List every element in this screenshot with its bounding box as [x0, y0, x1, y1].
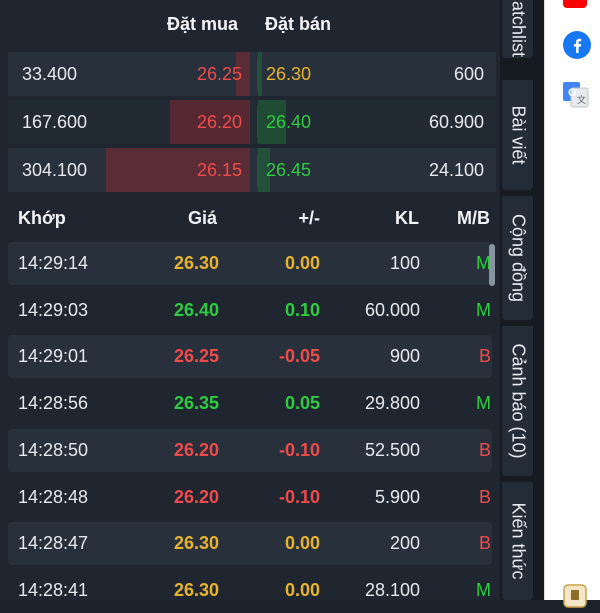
sell-header: Đặt bán: [265, 14, 332, 34]
trade-time: 14:29:01: [18, 346, 89, 366]
change-column-header: +/-: [298, 208, 320, 228]
sell-volume: 24.100: [428, 160, 484, 180]
price-column-header: Giá: [187, 208, 217, 228]
facebook-icon[interactable]: [563, 31, 591, 64]
sell-volume-bar: [258, 52, 262, 96]
trade-row: 14:28:50 26.20 -0.10 52.500 B: [8, 429, 492, 472]
order-book-row: 304.100 26.15 26.45 24.100: [8, 148, 496, 192]
tab-label: atchlist: [508, 0, 528, 58]
side-column-header: M/B: [457, 208, 490, 228]
buy-header: Đặt mua: [166, 14, 238, 34]
tab-community[interactable]: Cộng đồng: [502, 196, 533, 320]
trade-row: 14:28:48 26.20 -0.10 5.900 B: [8, 476, 492, 519]
svg-text:G: G: [568, 87, 577, 99]
sell-price: 26.45: [266, 160, 312, 180]
tab-alerts[interactable]: Cảnh báo (10): [502, 326, 533, 476]
trade-volume: 100: [389, 253, 420, 273]
trade-price: 26.30: [173, 533, 219, 553]
scrollbar-thumb[interactable]: [489, 244, 495, 286]
trade-change: 0.05: [284, 393, 320, 413]
trade-volume: 5.900: [374, 487, 420, 507]
trade-time: 14:28:41: [18, 580, 89, 600]
trade-change: -0.05: [278, 346, 320, 366]
trade-volume: 900: [389, 346, 420, 366]
trade-side: B: [478, 487, 491, 507]
trade-price: 26.35: [173, 393, 219, 413]
trade-change: 0.00: [284, 533, 320, 553]
buy-price: 26.20: [196, 112, 242, 132]
trade-volume: 52.500: [364, 440, 420, 460]
trade-time: 14:29:03: [18, 300, 89, 320]
tab-label: Kiến thức: [508, 502, 528, 580]
buy-volume: 167.600: [22, 112, 88, 132]
tab-watchlist[interactable]: atchlist: [502, 0, 533, 58]
order-book-row: 33.400 26.25 26.30 600: [8, 52, 496, 96]
trade-row: 14:29:03 26.40 0.10 60.000 M: [8, 289, 492, 332]
trade-volume: 29.800: [364, 393, 420, 413]
side-tabs: atchlist Bài viết Cộng đồng Cảnh báo (10…: [500, 0, 544, 600]
trade-row: 14:28:41 26.30 0.00 28.100 M: [8, 569, 492, 600]
trade-price: 26.30: [173, 253, 219, 273]
sell-price: 26.30: [266, 64, 312, 84]
trade-side: B: [478, 346, 491, 366]
stock-panel: Đặt mua Đặt bán 33.400 26.25 26.30 600 1…: [0, 0, 500, 600]
trade-side: M: [476, 300, 491, 320]
extension-icon[interactable]: [563, 584, 587, 613]
trades-header: Khớp Giá +/- KL M/B: [0, 196, 500, 242]
trade-time: 14:29:14: [18, 253, 89, 273]
trade-price: 26.25: [173, 346, 219, 366]
trade-time: 14:28:47: [18, 533, 89, 553]
trade-price: 26.30: [173, 580, 219, 600]
svg-text:文: 文: [577, 94, 586, 105]
order-book-header: Đặt mua Đặt bán: [8, 0, 496, 50]
time-column-header: Khớp: [18, 208, 66, 228]
trade-change: 0.10: [284, 300, 320, 320]
trade-time: 14:28:56: [18, 393, 89, 413]
trade-side: B: [478, 440, 491, 460]
browser-extension-rail: G 文: [544, 0, 600, 608]
order-book-row: 167.600 26.20 26.40 60.900: [8, 100, 496, 144]
tab-posts[interactable]: Bài viết: [502, 80, 533, 190]
trade-change: 0.00: [284, 253, 320, 273]
trade-time: 14:28:50: [18, 440, 89, 460]
buy-price: 26.25: [196, 64, 242, 84]
trade-row: 14:28:56 26.35 0.05 29.800 M: [8, 382, 492, 425]
tab-label: Cộng đồng: [508, 213, 528, 303]
trade-price: 26.20: [173, 487, 219, 507]
trade-price: 26.40: [173, 300, 219, 320]
trade-time: 14:28:48: [18, 487, 89, 507]
trade-volume: 28.100: [364, 580, 420, 600]
trade-side: M: [476, 393, 491, 413]
google-translate-icon[interactable]: G 文: [563, 82, 589, 113]
tab-knowledge[interactable]: Kiến thức: [502, 482, 533, 600]
buy-price: 26.15: [196, 160, 242, 180]
tab-label: Bài viết: [508, 105, 528, 165]
trade-volume: 200: [389, 533, 420, 553]
trade-row: 14:29:14 26.30 0.00 100 M: [8, 242, 492, 285]
tab-label: Cảnh báo (10): [508, 343, 528, 459]
youtube-icon[interactable]: [563, 0, 587, 13]
trade-volume: 60.000: [364, 300, 420, 320]
volume-column-header: KL: [395, 208, 419, 228]
buy-volume: 33.400: [22, 64, 78, 84]
sell-volume: 60.900: [428, 112, 484, 132]
buy-volume: 304.100: [22, 160, 88, 180]
trade-side: B: [478, 533, 491, 553]
sell-price: 26.40: [266, 112, 312, 132]
sell-volume: 600: [453, 64, 484, 84]
trade-change: -0.10: [278, 487, 320, 507]
trade-row: 14:29:01 26.25 -0.05 900 B: [8, 335, 492, 378]
trade-change: -0.10: [278, 440, 320, 460]
trade-change: 0.00: [284, 580, 320, 600]
trade-row: 14:28:47 26.30 0.00 200 B: [8, 522, 492, 565]
trade-side: M: [476, 580, 491, 600]
trade-price: 26.20: [173, 440, 219, 460]
